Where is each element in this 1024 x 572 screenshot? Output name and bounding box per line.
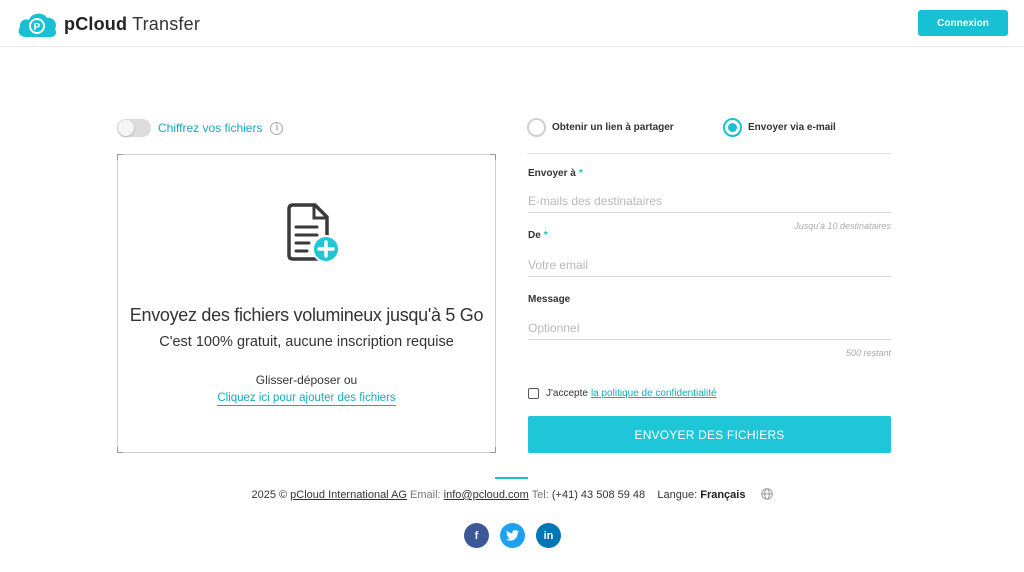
send-mode-selector: Obtenir un lien à partager Envoyer via e… (527, 118, 891, 154)
svg-text:P: P (34, 22, 41, 33)
twitter-bird-icon (506, 530, 519, 541)
dropzone-subtitle: C'est 100% gratuit, aucune inscription r… (159, 334, 454, 350)
encrypt-label[interactable]: Chiffrez vos fichiers (158, 121, 262, 135)
to-label-text: Envoyer à (528, 168, 576, 179)
linkedin-icon[interactable]: in (536, 523, 561, 548)
consent-row: J'accepte la politique de confidentialit… (528, 388, 717, 399)
dropzone-corner (490, 447, 496, 453)
dropzone-title: Envoyez des fichiers volumineux jusqu'à … (129, 305, 484, 325)
message-counter: 500 restant (845, 348, 891, 358)
language-selector[interactable]: Français (700, 489, 745, 501)
footer-tel: (+41) 43 508 59 48 (551, 489, 646, 501)
dropzone-corner (490, 154, 496, 160)
add-file-icon (287, 203, 340, 263)
login-button[interactable]: Connexion (918, 10, 1008, 36)
file-dropzone[interactable]: Envoyez des fichiers volumineux jusqu'à … (117, 154, 496, 453)
pcloud-logo-icon: P (18, 13, 57, 38)
footer-email-label: Email: (410, 489, 441, 501)
mode-option-link[interactable]: Obtenir un lien à partager (527, 118, 674, 137)
recipients-hint: Jusqu'à 10 destinataires (794, 221, 891, 231)
send-files-button[interactable]: ENVOYER DES FICHIERS (528, 416, 891, 453)
consent-checkbox[interactable] (528, 388, 539, 399)
facebook-icon[interactable]: f (464, 523, 489, 548)
encrypt-toggle[interactable] (117, 119, 151, 137)
footer-year: 2025 © (251, 489, 288, 501)
brand-name: pCloud (64, 13, 128, 34)
message-label: Message (528, 294, 571, 305)
add-files-link-wrap: Cliquez ici pour ajouter des fichiers (118, 392, 495, 406)
from-label-text: De (528, 230, 541, 241)
mode-link-label: Obtenir un lien à partager (552, 122, 674, 133)
twitter-icon[interactable] (500, 523, 525, 548)
footer: 2025 © pCloud International AG Email: in… (0, 488, 1024, 501)
footer-lang-label: Langue: (657, 489, 698, 501)
globe-icon[interactable] (760, 488, 773, 500)
footer-divider (495, 477, 528, 479)
required-mark: * (578, 168, 583, 179)
to-label: Envoyer à * (528, 168, 583, 179)
privacy-policy-link[interactable]: la politique de confidentialité (591, 388, 717, 399)
company-link[interactable]: pCloud International AG (290, 489, 407, 501)
footer-tel-label: Tel: (531, 489, 549, 501)
logo[interactable]: P pCloud Transfer (16, 9, 200, 39)
mode-option-email[interactable]: Envoyer via e-mail (723, 118, 836, 137)
header: P pCloud Transfer Connexion (0, 0, 1024, 47)
dropzone-drag-text: Glisser-déposer ou (255, 373, 358, 387)
sender-email-input[interactable] (528, 253, 891, 277)
radio-email[interactable] (723, 118, 742, 137)
message-input[interactable] (528, 316, 891, 340)
social-links: f in (464, 523, 561, 548)
email-link[interactable]: info@pcloud.com (444, 489, 529, 501)
required-mark: * (543, 230, 548, 241)
dropzone-corner (117, 154, 123, 160)
radio-link[interactable] (527, 118, 546, 137)
from-label: De * (528, 230, 548, 241)
dropzone-corner (117, 447, 123, 453)
product-name: Transfer (132, 13, 201, 34)
add-files-link[interactable]: Cliquez ici pour ajouter des fichiers (217, 392, 396, 406)
logo-text: pCloud Transfer (64, 14, 200, 35)
mode-email-label: Envoyer via e-mail (748, 122, 836, 133)
recipients-input[interactable] (528, 189, 891, 213)
info-icon[interactable]: i (270, 121, 284, 135)
encrypt-row: Chiffrez vos fichiers i (117, 119, 284, 137)
consent-text: J'accepte (546, 388, 588, 399)
